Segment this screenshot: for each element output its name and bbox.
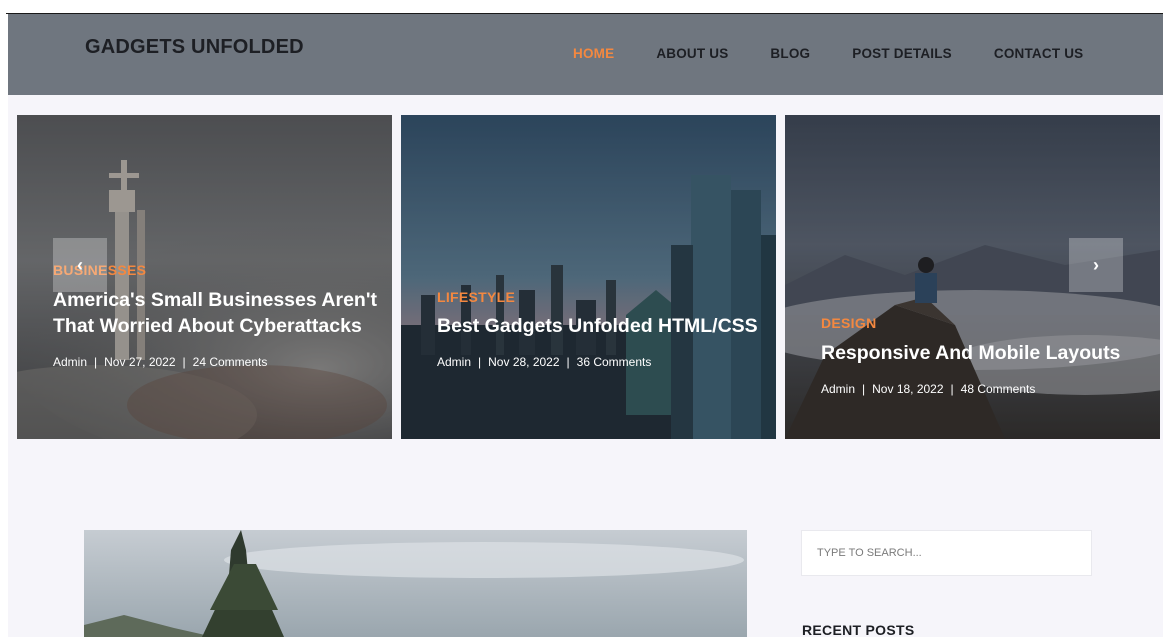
slide-meta: Admin | Nov 18, 2022 | 48 Comments [821, 382, 1036, 396]
recent-posts-heading: RECENT POSTS [802, 622, 915, 637]
nav-blog[interactable]: BLOG [770, 46, 810, 61]
slide-author: Admin [437, 355, 472, 369]
slide-content: LIFESTYLE Best Gadgets Unfolded HTML/CSS… [437, 289, 770, 369]
main-nav: HOME ABOUT US BLOG POST DETAILS CONTACT … [573, 46, 1125, 61]
slider-prev-button[interactable]: ‹ [53, 238, 107, 292]
slide-meta: Admin | Nov 27, 2022 | 24 Comments [53, 355, 268, 369]
slide-comments[interactable]: 48 Comments [961, 382, 1036, 396]
slide-businesses[interactable]: BUSINESSES America's Small Businesses Ar… [17, 115, 392, 439]
slide-category[interactable]: DESIGN [821, 315, 1154, 331]
site-header: GADGETS UNFOLDED HOME ABOUT US BLOG POST… [8, 14, 1163, 95]
post-featured-image[interactable] [84, 530, 747, 637]
slide-content: DESIGN Responsive And Mobile Layouts Adm… [821, 315, 1154, 396]
featured-slider: BUSINESSES America's Small Businesses Ar… [17, 115, 1160, 439]
left-edge [0, 14, 8, 637]
site-logo[interactable]: GADGETS UNFOLDED [85, 36, 304, 59]
slide-author: Admin [53, 355, 88, 369]
slide-title[interactable]: Best Gadgets Unfolded HTML/CSS [437, 313, 770, 339]
slide-date: Nov 18, 2022 [872, 382, 944, 396]
nav-home[interactable]: HOME [573, 46, 614, 61]
slide-date: Nov 28, 2022 [488, 355, 560, 369]
slide-comments[interactable]: 24 Comments [193, 355, 268, 369]
browser-top-edge [0, 0, 1163, 14]
slide-category[interactable]: LIFESTYLE [437, 289, 770, 305]
search-input[interactable] [801, 530, 1092, 576]
slide-date: Nov 27, 2022 [104, 355, 176, 369]
slide-title[interactable]: America's Small Businesses Aren't That W… [53, 287, 386, 339]
slide-comments[interactable]: 36 Comments [577, 355, 652, 369]
nav-about-us[interactable]: ABOUT US [656, 46, 728, 61]
slide-lifestyle[interactable]: LIFESTYLE Best Gadgets Unfolded HTML/CSS… [401, 115, 776, 439]
nav-contact-us[interactable]: CONTACT US [994, 46, 1084, 61]
slide-author: Admin [821, 382, 856, 396]
chevron-left-icon: ‹ [77, 254, 83, 275]
slide-title[interactable]: Responsive And Mobile Layouts [821, 340, 1154, 366]
nav-post-details[interactable]: POST DETAILS [852, 46, 952, 61]
slider-next-button[interactable]: › [1069, 238, 1123, 292]
slide-meta: Admin | Nov 28, 2022 | 36 Comments [437, 355, 652, 369]
slide-design[interactable]: DESIGN Responsive And Mobile Layouts Adm… [785, 115, 1160, 439]
chevron-right-icon: › [1093, 254, 1099, 275]
